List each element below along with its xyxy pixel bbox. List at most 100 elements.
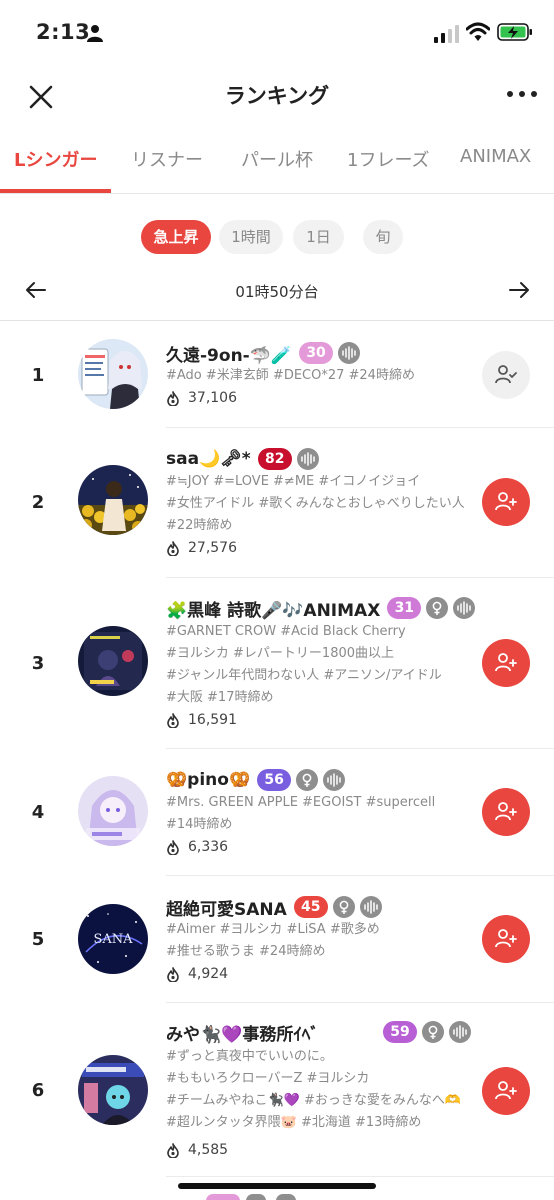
- tab-one-phrase[interactable]: 1フレーズ: [347, 146, 430, 172]
- tag-line: #チームみやねこ🐈‍⬛💜 #おっきな愛をみんなへ🫶: [166, 1093, 462, 1108]
- filter-1-hour[interactable]: 1時間: [219, 220, 283, 254]
- score-value: 16,591: [188, 712, 237, 728]
- tab-l-singer[interactable]: Lシンガー: [14, 146, 97, 172]
- ranking-row[interactable]: 4 🥨pino🥨 56 #Mrs. GREEN APPLE #EGOIST #s…: [0, 749, 554, 876]
- user-name[interactable]: みや🐈‍⬛💜事務所ｲﾍﾞ: [166, 1020, 319, 1045]
- score-line: 37,106: [166, 390, 237, 406]
- level-badge: 59: [383, 1021, 417, 1043]
- tag-list: #ずっと真夜中でいいのに。 #ももいろクローバーZ #ヨルシカ #チームみやねこ…: [166, 1046, 476, 1134]
- status-bar: 2:13: [0, 0, 554, 60]
- tag-list: #Aimer #ヨルシカ #LiSA #歌多め #推せる歌うま #24時締め: [166, 919, 476, 963]
- following-button[interactable]: [482, 351, 530, 399]
- female-icon: [332, 896, 355, 918]
- score-line: 16,591: [166, 712, 237, 728]
- nav-bar: ランキング: [0, 60, 554, 132]
- tag-list: #GARNET CROW #Acid Black Cherry #ヨルシカ #レ…: [166, 621, 476, 709]
- period-navigator: 01時50分台: [0, 272, 554, 310]
- voice-icon: [449, 1021, 471, 1043]
- avatar[interactable]: [78, 339, 148, 409]
- user-name-line: saa🌙🗝* 82: [166, 446, 324, 472]
- user-name[interactable]: 超絶可愛SANA: [166, 895, 287, 920]
- user-plus-icon: [495, 653, 517, 672]
- filter-trending[interactable]: 旬: [363, 220, 403, 254]
- follow-button[interactable]: [482, 639, 530, 687]
- user-name-line: 久遠-9on-🦈🧪 30: [166, 340, 365, 366]
- score-line: 27,576: [166, 540, 237, 556]
- follow-button[interactable]: [482, 788, 530, 836]
- tag-line: #14時締め: [166, 817, 233, 832]
- user-name[interactable]: saa🌙🗝*: [166, 449, 251, 469]
- user-name[interactable]: 久遠-9on-🦈🧪: [166, 341, 292, 366]
- tag-line: #≒JOY #=LOVE #≠ME #イコノイジョイ: [166, 474, 421, 489]
- tab-active-indicator: [0, 189, 111, 193]
- ranking-row[interactable]: 5 SANA 超絶可愛SANA 45 #Aimer #ヨルシカ #LiSA #歌…: [0, 876, 554, 1003]
- fire-icon: [167, 712, 179, 728]
- battery-charging-icon: [497, 23, 532, 41]
- follow-button[interactable]: [482, 1067, 530, 1115]
- more-icon[interactable]: [504, 84, 540, 104]
- score-value: 37,106: [188, 390, 237, 406]
- user-name[interactable]: 🥨pino🥨: [166, 770, 250, 790]
- voice-icon: [338, 342, 361, 364]
- tag-list: #≒JOY #=LOVE #≠ME #イコノイジョイ #女性アイドル #歌くみん…: [166, 471, 476, 537]
- page-title: ランキング: [224, 84, 330, 108]
- user-plus-icon: [495, 929, 517, 948]
- fire-icon: [167, 966, 179, 982]
- level-badge: 56: [257, 769, 292, 791]
- voice-icon: [359, 896, 382, 918]
- avatar[interactable]: [78, 465, 148, 535]
- period-filter: 急上昇 1時間 1日 旬: [0, 220, 554, 256]
- fire-icon: [167, 839, 179, 855]
- divider: [166, 1176, 554, 1177]
- level-badge: 82: [257, 448, 292, 470]
- ranking-row[interactable]: 1 久遠-9on-🦈🧪 30 #Ado #米津玄師 #DECO*27 #24時締…: [0, 321, 554, 428]
- rank-number: 5: [31, 929, 45, 950]
- status-time: 2:13: [36, 20, 91, 44]
- ranking-row[interactable]: 3 🧩黒峰 詩歌🎤🎶ANIMAX 31 #GARNET CROW #Acid B…: [0, 578, 554, 749]
- rank-number: 1: [31, 365, 45, 386]
- user-name[interactable]: 🧩黒峰 詩歌🎤🎶ANIMAX: [166, 596, 380, 621]
- rank-number: 2: [31, 492, 45, 513]
- user-plus-icon: [495, 1081, 517, 1100]
- tag-line: #22時締め: [166, 518, 233, 533]
- ranking-row[interactable]: 6 みや🐈‍⬛💜事務所ｲﾍﾞ 59 #ずっと真夜中でいいのに。 #ももいろクロー…: [0, 1003, 554, 1177]
- user-plus-icon: [495, 802, 517, 821]
- period-label: 01時50分台: [235, 283, 319, 301]
- rank-number: 4: [31, 802, 45, 823]
- rank-number: 3: [31, 653, 45, 674]
- tag-line: #推せる歌うま #24時締め: [166, 944, 326, 959]
- signal-icon: [434, 25, 459, 43]
- score-line: 4,585: [166, 1142, 228, 1158]
- tag-line: #ヨルシカ #レパートリー1800曲以上: [166, 646, 395, 661]
- score-value: 4,585: [188, 1142, 229, 1158]
- user-plus-icon: [495, 492, 517, 511]
- tag-line: #ももいろクローバーZ #ヨルシカ: [166, 1071, 370, 1086]
- voice-icon: [453, 597, 476, 619]
- filter-rising[interactable]: 急上昇: [141, 220, 211, 254]
- tag-line: #Ado #米津玄師 #DECO*27 #24時締め: [166, 368, 415, 383]
- ranking-row[interactable]: 2 saa🌙🗝* 82 #≒JOY #=LOVE #≠ME #イコノイジョイ #…: [0, 428, 554, 578]
- tab-animax[interactable]: ANIMAX: [460, 146, 531, 167]
- avatar[interactable]: SANA: [78, 904, 148, 974]
- user-name-line: 超絶可愛SANA 45: [166, 894, 387, 920]
- level-badge: 45: [293, 896, 328, 918]
- score-value: 4,924: [188, 966, 229, 982]
- avatar[interactable]: [78, 626, 148, 696]
- user-name-line: 🥨pino🥨 56: [166, 767, 350, 793]
- avatar[interactable]: [78, 776, 148, 846]
- female-icon: [422, 1021, 444, 1043]
- tab-listener[interactable]: リスナー: [131, 146, 203, 172]
- follow-button[interactable]: [482, 478, 530, 526]
- avatar[interactable]: [78, 1055, 148, 1125]
- user-check-icon: [495, 365, 517, 384]
- voice-icon: [323, 769, 346, 791]
- score-line: 4,924: [166, 966, 228, 982]
- home-indicator[interactable]: [178, 1183, 376, 1189]
- fire-icon: [167, 390, 179, 406]
- tab-pearl-cup[interactable]: パール杯: [241, 146, 313, 172]
- tag-line: #GARNET CROW #Acid Black Cherry: [166, 624, 406, 639]
- follow-button[interactable]: [482, 915, 530, 963]
- wifi-icon: [466, 22, 490, 41]
- filter-1-day[interactable]: 1日: [293, 220, 344, 254]
- arrow-right-icon[interactable]: [507, 278, 531, 302]
